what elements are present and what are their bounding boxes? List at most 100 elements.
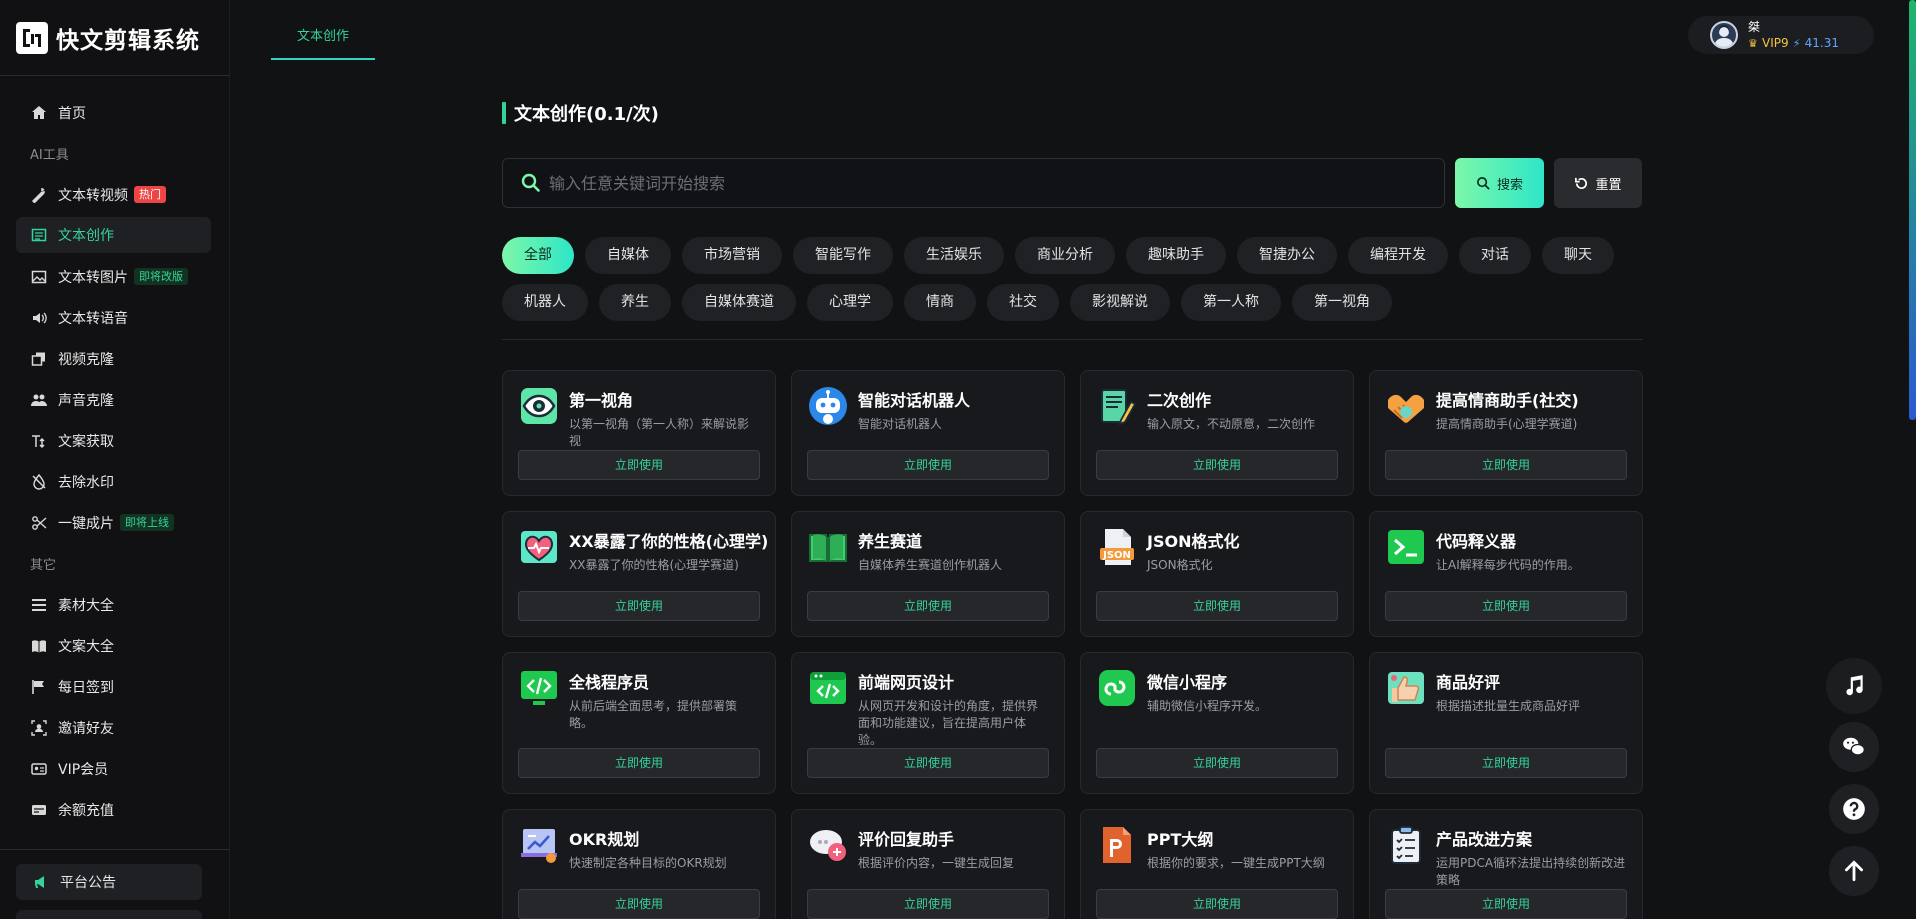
tool-card[interactable]: 智能对话机器人 智能对话机器人 立即使用 [791, 370, 1065, 496]
sidebar-item-13[interactable]: 文案大全 [0, 625, 229, 666]
card-description: 辅助微信小程序开发。 [1147, 699, 1268, 713]
category-chip[interactable]: 心理学 [807, 284, 893, 321]
card-title: 第一视角 [569, 391, 634, 410]
category-chip[interactable]: 社交 [987, 284, 1059, 321]
card-title: 前端网页设计 [858, 673, 955, 692]
sidebar-item-10[interactable]: 一键成片 即将上线 [0, 502, 229, 543]
sidebar-item-12[interactable]: 素材大全 [0, 584, 229, 625]
category-chip[interactable]: 第一人称 [1181, 284, 1281, 321]
category-chip[interactable]: 市场营销 [682, 237, 782, 274]
sidebar-item-16[interactable]: VIP会员 [0, 748, 229, 789]
tool-card[interactable]: 评价回复助手 根据评价内容，一键生成回复 立即使用 [791, 809, 1065, 919]
avatar[interactable] [1710, 21, 1738, 49]
tool-card[interactable]: 第一视角 以第一视角（第一人称）来解说影视 立即使用 [502, 370, 776, 496]
use-now-button[interactable]: 立即使用 [1096, 450, 1338, 480]
use-now-button[interactable]: 立即使用 [807, 591, 1049, 621]
sidebar-item-label: 视频克隆 [58, 351, 114, 368]
category-chip[interactable]: 对话 [1459, 237, 1531, 274]
tool-card[interactable]: JSON JSON格式化 JSON格式化 立即使用 [1080, 511, 1354, 637]
use-now-button[interactable]: 立即使用 [807, 748, 1049, 778]
sidebar-next-item[interactable] [16, 910, 202, 919]
announcement-button[interactable]: 平台公告 [16, 864, 202, 900]
category-chip[interactable]: 编程开发 [1348, 237, 1448, 274]
search-button[interactable]: 搜索 [1455, 158, 1544, 208]
tool-card[interactable]: 代码释义器 让AI解释每步代码的作用。 立即使用 [1369, 511, 1643, 637]
wechat-button[interactable] [1829, 722, 1879, 772]
sidebar-item-17[interactable]: 余额充值 [0, 789, 229, 830]
tool-card[interactable]: 前端网页设计从网页开发和设计的角度，提供界面和功能建议，旨在提高用户体验。 立即使… [791, 652, 1065, 794]
card-title: 微信小程序 [1147, 673, 1228, 692]
sidebar-item-label: 邀请好友 [58, 720, 114, 737]
document-icon [30, 226, 48, 244]
scrollbar[interactable] [1909, 0, 1916, 420]
use-now-button[interactable]: 立即使用 [1096, 591, 1338, 621]
tool-card[interactable]: 微信小程序辅助微信小程序开发。立即使用 [1080, 652, 1354, 794]
tool-card[interactable]: XX暴露了你的性格(心理学) XX暴露了你的性格(心理学赛道) 立即使用 [502, 511, 776, 637]
tool-card[interactable]: OKR规划 快速制定各种目标的OKR规划 立即使用 [502, 809, 776, 919]
category-chip[interactable]: 情商 [904, 284, 976, 321]
category-chip[interactable]: 商业分析 [1015, 237, 1115, 274]
use-now-button[interactable]: 立即使用 [1385, 889, 1627, 919]
use-now-button[interactable]: 立即使用 [807, 450, 1049, 480]
search-input[interactable] [549, 173, 1349, 193]
tool-grid: 第一视角 以第一视角（第一人称）来解说影视 立即使用 智能对话机器人 智能对话机器人 立即… [502, 370, 1643, 919]
tool-card[interactable]: 养生赛道 自媒体养生赛道创作机器人 立即使用 [791, 511, 1065, 637]
category-chip[interactable]: 影视解说 [1070, 284, 1170, 321]
sidebar-item-15[interactable]: 邀请好友 [0, 707, 229, 748]
music-button[interactable] [1826, 658, 1882, 714]
use-now-button[interactable]: 立即使用 [1385, 748, 1627, 778]
wallet-icon [30, 801, 48, 819]
use-now-button[interactable]: 立即使用 [518, 591, 760, 621]
sidebar-item-8[interactable]: 文案获取 [0, 420, 229, 461]
category-chip[interactable]: 第一视角 [1292, 284, 1392, 321]
sidebar-item-7[interactable]: 声音克隆 [0, 379, 229, 420]
use-now-button[interactable]: 立即使用 [1096, 889, 1338, 919]
tool-card[interactable]: 二次创作 输入原文，不动原意，二次创作 立即使用 [1080, 370, 1354, 496]
use-now-button[interactable]: 立即使用 [1385, 450, 1627, 480]
user-panel[interactable]: 桀 ♛ VIP9 ⚡ 41.31 [1688, 16, 1874, 54]
logo[interactable]: 快文剪辑系统 [0, 0, 229, 76]
search-box[interactable] [502, 158, 1445, 208]
use-now-button[interactable]: 立即使用 [1385, 591, 1627, 621]
user-name: 桀 [1748, 19, 1761, 34]
tool-card[interactable]: 全栈程序员 从前后端全面思考，提供部署策略。立即使用 [502, 652, 776, 794]
use-now-button[interactable]: 立即使用 [518, 748, 760, 778]
category-chip[interactable]: 智能写作 [793, 237, 893, 274]
card-header: 商品好评 根据描述批量生成商品好评 [1385, 667, 1627, 715]
tool-card[interactable]: 产品改进方案 运用PDCA循环法提出持续创新改进策略 立即使用 [1369, 809, 1643, 919]
sidebar-item-2[interactable]: 文本转视频 热门 [0, 174, 229, 215]
search-button-label: 搜索 [1496, 177, 1523, 193]
category-chip[interactable]: 生活娱乐 [904, 237, 1004, 274]
tool-card[interactable]: 提高情商助手(社交) 提高情商助手(心理学赛道) 立即使用 [1369, 370, 1643, 496]
use-now-button[interactable]: 立即使用 [1096, 748, 1338, 778]
category-chip[interactable]: 自媒体赛道 [682, 284, 796, 321]
help-button[interactable] [1829, 784, 1879, 834]
category-chip[interactable]: 养生 [599, 284, 671, 321]
tab-text-creation[interactable]: 文本创作 [271, 20, 375, 60]
lightning-icon: ⚡ [1792, 36, 1801, 50]
sidebar-item-5[interactable]: 文本转语音 [0, 297, 229, 338]
sidebar-item-14[interactable]: 每日签到 [0, 666, 229, 707]
reset-button[interactable]: 重置 [1554, 158, 1642, 208]
back-to-top-button[interactable] [1829, 846, 1879, 896]
sidebar-item-9[interactable]: 去除水印 [0, 461, 229, 502]
tool-card[interactable]: 商品好评 根据描述批量生成商品好评立即使用 [1369, 652, 1643, 794]
card-title: 产品改进方案 [1436, 830, 1533, 849]
category-chip[interactable]: 全部 [502, 237, 574, 274]
card-description: 从网页开发和设计的角度，提供界面和功能建议，旨在提高用户体验。 [858, 699, 1039, 747]
card-header: 全栈程序员 从前后端全面思考，提供部署策略。 [518, 667, 760, 732]
category-chip[interactable]: 自媒体 [585, 237, 671, 274]
sidebar-item-0[interactable]: 首页 [0, 92, 229, 133]
category-chip[interactable]: 聊天 [1542, 237, 1614, 274]
tool-card[interactable]: PPT大纲 根据你的要求，一键生成PPT大纲 立即使用 [1080, 809, 1354, 919]
sidebar-item-4[interactable]: 文本转图片 即将改版 [0, 256, 229, 297]
use-now-button[interactable]: 立即使用 [807, 889, 1049, 919]
category-chip[interactable]: 机器人 [502, 284, 588, 321]
use-now-button[interactable]: 立即使用 [518, 450, 760, 480]
category-chip[interactable]: 智捷办公 [1237, 237, 1337, 274]
wand-icon [30, 186, 48, 204]
sidebar-item-3[interactable]: 文本创作 [16, 217, 211, 253]
category-chip[interactable]: 趣味助手 [1126, 237, 1226, 274]
use-now-button[interactable]: 立即使用 [518, 889, 760, 919]
sidebar-item-6[interactable]: 视频克隆 [0, 338, 229, 379]
